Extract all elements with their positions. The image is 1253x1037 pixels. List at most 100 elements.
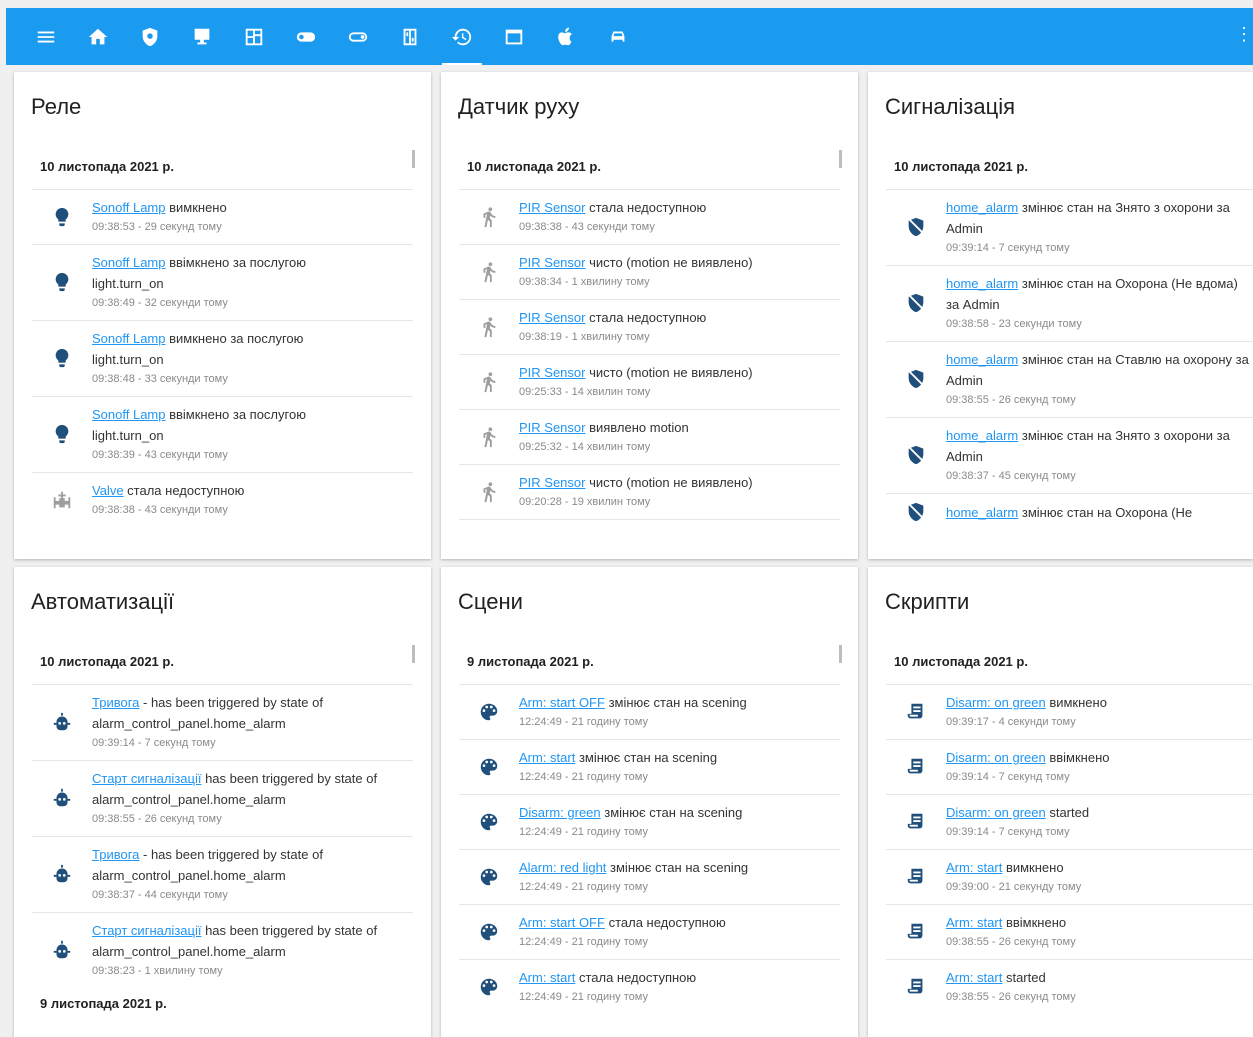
- lightbulb-icon: [55, 207, 69, 226]
- home-icon[interactable]: [72, 8, 124, 65]
- list-item: Arm: start ввімкнено 09:38:55 - 26 секунд…: [886, 905, 1253, 960]
- entry-time: 09:38:55 - 26 секунд тому: [946, 936, 1076, 948]
- entity-link[interactable]: Disarm: green: [519, 805, 601, 820]
- entity-link[interactable]: home_alarm: [946, 352, 1018, 367]
- entry-time: 09:38:55 - 26 секунд тому: [946, 394, 1076, 406]
- floorplan-icon[interactable]: [228, 8, 280, 65]
- entry-time: 09:38:39 - 43 секунди тому: [92, 449, 228, 461]
- entity-link[interactable]: PIR Sensor: [519, 255, 585, 270]
- entry-text: ввімкнено за послугою: [165, 255, 306, 270]
- entity-link[interactable]: Arm: start OFF: [519, 695, 605, 710]
- entry-text: started: [1045, 805, 1090, 820]
- valve-icon: [53, 491, 71, 508]
- entity-link[interactable]: Sonoff Lamp: [92, 331, 165, 346]
- entry-service: light.turn_on: [92, 428, 164, 443]
- history-icon[interactable]: [436, 8, 488, 65]
- entry-time: 09:38:48 - 33 секунди тому: [92, 373, 228, 385]
- entity-link[interactable]: Старт сигналізації: [92, 923, 201, 938]
- card-title: Датчик руху: [458, 94, 580, 119]
- window-icon[interactable]: [488, 8, 540, 65]
- card-scripts: Скрипти 10 листопада 2021 р. Disarm: on …: [868, 567, 1253, 1037]
- entity-link[interactable]: home_alarm: [946, 505, 1018, 520]
- entity-link[interactable]: Disarm: on green: [946, 805, 1046, 820]
- entry-time: 12:24:49 - 21 годину тому: [519, 936, 648, 948]
- date-header: 10 листопада 2021 р.: [32, 144, 413, 190]
- entry-time: 09:38:37 - 45 секунд тому: [946, 470, 1076, 482]
- monitor-icon[interactable]: [176, 8, 228, 65]
- entry-text: ввімкнено: [1002, 915, 1067, 930]
- list-item: Arm: start started 09:38:55 - 26 секунд т…: [886, 960, 1253, 1014]
- entity-link[interactable]: PIR Sensor: [519, 475, 585, 490]
- entity-link[interactable]: Disarm: on green: [946, 695, 1046, 710]
- entity-link[interactable]: PIR Sensor: [519, 200, 585, 215]
- entity-link[interactable]: Тривога: [92, 847, 139, 862]
- card-title: Скрипти: [885, 589, 970, 614]
- entity-link[interactable]: Arm: start: [519, 750, 575, 765]
- entity-link[interactable]: home_alarm: [946, 200, 1018, 215]
- toggle-off-icon[interactable]: [332, 8, 384, 65]
- robot-icon: [53, 940, 71, 959]
- entity-link[interactable]: Тривога: [92, 695, 139, 710]
- entry-time: 09:38:49 - 32 секунди тому: [92, 297, 228, 309]
- script-icon: [907, 978, 923, 993]
- entity-link[interactable]: PIR Sensor: [519, 310, 585, 325]
- switch-panel-icon[interactable]: [384, 8, 436, 65]
- entity-link[interactable]: home_alarm: [946, 428, 1018, 443]
- palette-icon: [480, 868, 498, 885]
- entity-link[interactable]: Arm: start OFF: [519, 915, 605, 930]
- entry-time: 09:38:38 - 43 секунди тому: [92, 504, 228, 516]
- menu-icon[interactable]: [20, 8, 72, 65]
- top-toolbar: ⋮: [6, 8, 1253, 65]
- toggle-on-icon[interactable]: [280, 8, 332, 65]
- overflow-menu-icon[interactable]: ⋮: [1235, 24, 1253, 45]
- date-header: 9 листопада 2021 р.: [459, 639, 840, 685]
- car-icon[interactable]: [592, 8, 644, 65]
- entry-time: 09:38:55 - 26 секунд тому: [946, 991, 1076, 1003]
- entry-time: 09:38:19 - 1 хвилину тому: [519, 331, 650, 343]
- logbook-list: 10 листопада 2021 р. Disarm: on green ви…: [886, 639, 1253, 1037]
- card-title: Автоматизації: [31, 589, 175, 614]
- entity-link[interactable]: PIR Sensor: [519, 420, 585, 435]
- shield-icon[interactable]: [124, 8, 176, 65]
- entity-link[interactable]: Arm: start: [946, 860, 1002, 875]
- walking-person-icon: [483, 481, 496, 502]
- entity-link[interactable]: Arm: start: [946, 915, 1002, 930]
- entity-link[interactable]: Sonoff Lamp: [92, 255, 165, 270]
- entity-link[interactable]: Старт сигналізації: [92, 771, 201, 786]
- list-item: Arm: start змінює стан на scening 12:24:4…: [459, 740, 840, 795]
- entity-link[interactable]: Sonoff Lamp: [92, 407, 165, 422]
- list-item: Arm: start вимкнено 09:39:00 - 21 секунду…: [886, 850, 1253, 905]
- apple-icon[interactable]: [540, 8, 592, 65]
- robot-icon: [53, 788, 71, 807]
- lightbulb-icon: [55, 272, 69, 292]
- entity-link[interactable]: Valve: [92, 483, 124, 498]
- entry-text: чисто (motion не виявлено): [585, 365, 753, 380]
- entity-link[interactable]: home_alarm: [946, 276, 1018, 291]
- script-icon: [907, 868, 923, 883]
- entity-link[interactable]: PIR Sensor: [519, 365, 585, 380]
- shield-off-icon: [908, 502, 924, 522]
- entry-time: 09:38:53 - 29 секунд тому: [92, 221, 222, 233]
- walking-person-icon: [483, 206, 496, 227]
- card-automations: Автоматизації 10 листопада 2021 р. Триво…: [14, 567, 431, 1037]
- entry-text: вимкнено за послугою: [165, 331, 304, 346]
- entry-text: вимкнено: [1045, 695, 1107, 710]
- entity-link[interactable]: Disarm: on green: [946, 750, 1046, 765]
- entry-time: 09:39:00 - 21 секунду тому: [946, 881, 1082, 893]
- entity-link[interactable]: Arm: start: [946, 970, 1002, 985]
- script-icon: [907, 813, 923, 828]
- entity-link[interactable]: Sonoff Lamp: [92, 200, 165, 215]
- entry-text: вимкнено: [1002, 860, 1064, 875]
- entry-service: light.turn_on: [92, 352, 164, 367]
- lightbulb-icon: [55, 348, 69, 368]
- palette-icon: [480, 758, 498, 775]
- list-item: home_alarm змінює стан на Знято з охорон…: [886, 418, 1253, 494]
- entry-time: 09:38:58 - 23 секунди тому: [946, 318, 1082, 330]
- entity-link[interactable]: Arm: start: [519, 970, 575, 985]
- date-header: 10 листопада 2021 р.: [32, 639, 413, 685]
- walking-person-icon: [483, 371, 496, 392]
- entity-link[interactable]: Alarm: red light: [519, 860, 606, 875]
- list-item: home_alarm змінює стан на Охорона (Не вд…: [886, 266, 1253, 342]
- list-item: Sonoff Lamp вимкнено 09:38:53 - 29 секунд…: [32, 190, 413, 245]
- script-icon: [907, 923, 923, 938]
